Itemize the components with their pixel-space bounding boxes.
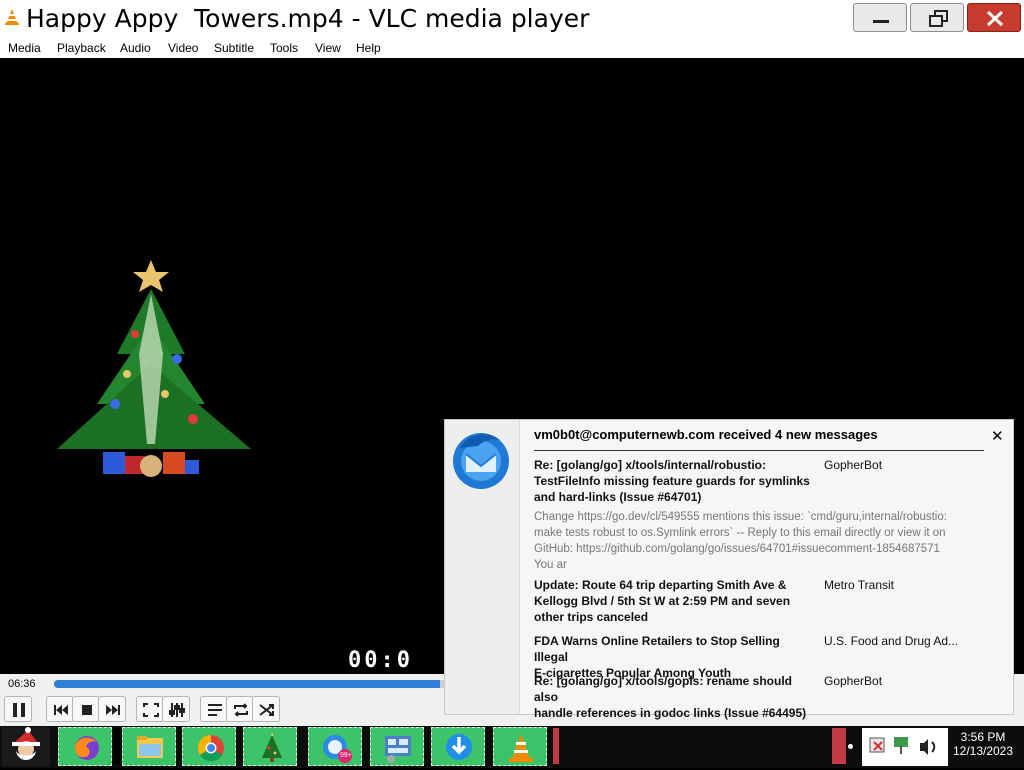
- message-sender: U.S. Food and Drug Ad...: [824, 634, 959, 648]
- restore-button[interactable]: [910, 3, 964, 32]
- message-sender: Metro Transit: [824, 578, 895, 592]
- notification-icon-panel: [445, 420, 520, 714]
- clock-date: 12/13/2023: [952, 744, 1014, 758]
- file-explorer-icon: [137, 736, 163, 758]
- message-subject[interactable]: Re: [golang/go] x/tools/internal/robusti…: [534, 457, 814, 505]
- equalizer-icon: [169, 703, 185, 717]
- fullscreen-button[interactable]: [136, 696, 164, 722]
- shuffle-icon: [259, 704, 274, 716]
- christmas-tree-image: [57, 260, 251, 477]
- notification-count-badge: 99+: [340, 752, 352, 759]
- next-button[interactable]: [98, 696, 126, 722]
- minimize-icon: [873, 20, 889, 23]
- christmas-tree-icon: [262, 732, 282, 762]
- playlist-icon: [208, 704, 222, 716]
- video-timecode-overlay: 00:0: [348, 648, 413, 673]
- vlc-icon: [509, 734, 533, 762]
- taskbar-clock[interactable]: 3:56 PM 12/13/2023: [948, 730, 1018, 758]
- restore-icon: [929, 10, 948, 27]
- elapsed-time: 06:36: [8, 678, 36, 690]
- vlc-cone-icon: [5, 9, 19, 25]
- taskbar-vlc[interactable]: [493, 727, 547, 766]
- message-sender: GopherBot: [824, 458, 883, 472]
- repeat-icon: [234, 703, 248, 717]
- taskbar-separator: [114, 728, 120, 764]
- minimize-button[interactable]: [853, 3, 907, 32]
- pause-icon: [13, 703, 25, 717]
- firefox-icon: [75, 736, 99, 760]
- taskbar-chrome[interactable]: [182, 727, 236, 766]
- skip-forward-icon: [106, 705, 120, 715]
- close-icon: [986, 10, 1004, 27]
- taskbar-edge-marker: [832, 728, 846, 764]
- taskbar-control-panel[interactable]: [370, 727, 424, 766]
- menu-help[interactable]: Help: [356, 41, 381, 55]
- menu-subtitle[interactable]: Subtitle: [214, 41, 254, 55]
- message-sender: GopherBot: [824, 674, 883, 688]
- taskbar-firefox[interactable]: [58, 727, 112, 766]
- notification-header: vm0b0t@computernewb.com received 4 new m…: [534, 427, 878, 442]
- control-panel-icon: [385, 736, 411, 763]
- menu-video[interactable]: Video: [168, 41, 198, 55]
- menu-playback[interactable]: Playback: [57, 41, 106, 55]
- skip-back-icon: [54, 705, 68, 715]
- new-mail-notification[interactable]: vm0b0t@computernewb.com received 4 new m…: [444, 419, 1014, 720]
- message-subject[interactable]: Update: Route 64 trip departing Smith Av…: [534, 577, 814, 625]
- notification-divider: [534, 450, 984, 451]
- santa-icon: [12, 727, 40, 760]
- fullscreen-icon: [143, 703, 159, 717]
- menu-audio[interactable]: Audio: [120, 41, 151, 55]
- menu-tools[interactable]: Tools: [270, 41, 298, 55]
- loop-button[interactable]: [226, 696, 254, 722]
- taskbar-christmas-tree[interactable]: [243, 727, 297, 766]
- window-title: Happy Appy Towers.mp4 - VLC media player: [26, 4, 590, 33]
- stop-icon: [82, 705, 92, 715]
- tray-dot-icon: [848, 744, 853, 749]
- download-icon: [446, 734, 472, 760]
- shuffle-button[interactable]: [252, 696, 280, 722]
- title-bar: Happy Appy Towers.mp4 - VLC media player: [0, 0, 1024, 39]
- thunderbird-icon: [453, 433, 509, 489]
- taskbar-file-explorer[interactable]: [122, 727, 176, 766]
- system-tray: [862, 728, 948, 766]
- stop-button[interactable]: [72, 696, 100, 722]
- chrome-icon: [197, 734, 224, 762]
- taskbar-edge-marker: [553, 728, 559, 764]
- extended-settings-button[interactable]: [162, 696, 190, 722]
- start-button[interactable]: [2, 727, 50, 766]
- previous-button[interactable]: [46, 696, 74, 722]
- tray-icons: [869, 737, 936, 755]
- taskbar-messenger[interactable]: 99+: [308, 727, 362, 766]
- pause-button[interactable]: [4, 696, 32, 722]
- message-preview: Change https://go.dev/cl/549555 mentions…: [534, 511, 947, 571]
- taskbar: 99+ 3:56 PM 12/13/2023: [0, 726, 1024, 768]
- seek-bar-progress: [54, 680, 441, 688]
- taskbar-downloads[interactable]: [431, 727, 485, 766]
- menu-view[interactable]: View: [315, 41, 341, 55]
- close-button[interactable]: [967, 3, 1021, 32]
- notification-close-icon[interactable]: ✕: [991, 427, 1004, 445]
- clock-time: 3:56 PM: [960, 730, 1006, 744]
- message-subject[interactable]: Re: [golang/go] x/tools/gopls: rename sh…: [534, 673, 814, 721]
- playlist-button[interactable]: [200, 696, 228, 722]
- menu-bar: Media Playback Audio Video Subtitle Tool…: [0, 38, 1024, 58]
- messenger-icon: [323, 735, 352, 763]
- menu-media[interactable]: Media: [8, 41, 41, 55]
